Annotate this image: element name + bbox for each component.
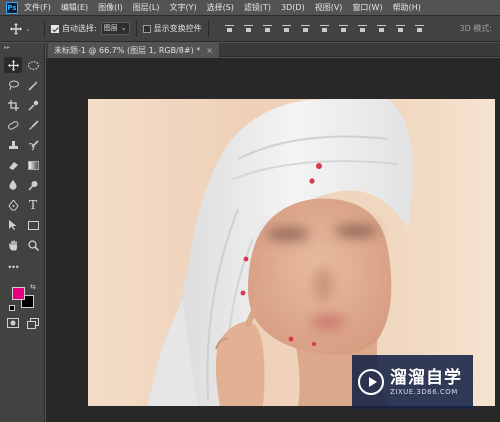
gradient-icon[interactable]	[24, 157, 42, 173]
auto-select-checkbox[interactable]	[51, 24, 59, 33]
distribute-center-icon[interactable]	[357, 24, 367, 33]
align-left-icon[interactable]	[281, 24, 291, 33]
divider	[44, 20, 45, 37]
watermark-title: 溜溜自学	[390, 368, 462, 388]
menu-file[interactable]: 文件(F)	[24, 2, 51, 13]
document-tab-bar: 未标题-1 @ 66.7% (图层 1, RGB/8#) * ×	[46, 43, 500, 57]
swap-colors-icon[interactable]: ⇆	[30, 283, 36, 291]
watermark-url: ZIXUE.3D66.COM	[390, 388, 458, 396]
menu-bar: Ps 文件(F) 编辑(E) 图像(I) 图层(L) 文字(Y) 选择(S) 滤…	[0, 0, 500, 16]
chevron-down-icon: ⌄	[120, 24, 127, 32]
divider	[135, 20, 137, 37]
menu-layer[interactable]: 图层(L)	[133, 2, 160, 13]
brush-icon[interactable]	[24, 117, 42, 133]
type-tool-icon[interactable]: T	[24, 197, 42, 213]
auto-select-label: 自动选择:	[62, 24, 97, 33]
distribute-bottom-icon[interactable]	[376, 24, 386, 33]
3d-mode-label: 3D 模式:	[459, 24, 493, 33]
workspace: 溜溜自学 ZIXUE.3D66.COM	[46, 58, 500, 422]
blur-icon[interactable]	[4, 177, 22, 193]
align-right-icon[interactable]	[319, 24, 329, 33]
magic-wand-icon[interactable]	[24, 77, 42, 93]
dodge-icon[interactable]	[24, 177, 42, 193]
foreground-color-swatch[interactable]	[12, 287, 25, 300]
path-selection-icon[interactable]	[4, 217, 22, 233]
show-transform-controls-label: 显示变换控件	[153, 24, 202, 33]
move-tool-icon[interactable]	[4, 57, 22, 73]
crop-icon[interactable]	[4, 97, 22, 113]
photoshop-logo-icon[interactable]: Ps	[6, 1, 18, 14]
move-tool-preset-picker[interactable]: ⌄	[10, 22, 38, 35]
tools-panel: ▸▸ T ••• ⇆	[0, 43, 45, 422]
screen-mode-icon[interactable]	[24, 315, 42, 331]
menu-3d[interactable]: 3D(D)	[281, 3, 305, 12]
collapse-panel-icon[interactable]: ▸▸	[0, 43, 45, 53]
eraser-icon[interactable]	[4, 157, 22, 173]
play-logo-icon	[358, 369, 384, 395]
hand-tool-icon[interactable]	[4, 237, 22, 253]
pen-icon[interactable]	[4, 197, 22, 213]
menu-window[interactable]: 窗口(W)	[352, 2, 382, 13]
menu-filter[interactable]: 滤镜(T)	[244, 2, 271, 13]
menu-image[interactable]: 图像(I)	[98, 2, 123, 13]
distribute-left-icon[interactable]	[395, 24, 405, 33]
site-watermark: 溜溜自学 ZIXUE.3D66.COM	[352, 355, 473, 409]
menu-help[interactable]: 帮助(H)	[393, 2, 421, 13]
options-bar: ⌄ 自动选择: 图层 ⌄ 显示变换控件 3D 模式:	[0, 16, 500, 42]
edit-toolbar-icon[interactable]: •••	[4, 259, 22, 275]
align-top-icon[interactable]	[224, 24, 234, 33]
chevron-down-icon: ⌄	[25, 24, 31, 33]
history-brush-icon[interactable]	[24, 137, 42, 153]
document-tab[interactable]: 未标题-1 @ 66.7% (图层 1, RGB/8#) * ×	[48, 43, 219, 57]
elliptical-marquee-icon[interactable]	[24, 57, 42, 73]
document-tab-label: 未标题-1 @ 66.7% (图层 1, RGB/8#) *	[54, 45, 201, 55]
lasso-icon[interactable]	[4, 77, 22, 93]
clone-stamp-icon[interactable]	[4, 137, 22, 153]
align-horizontal-center-icon[interactable]	[300, 24, 310, 33]
eyedropper-icon[interactable]	[24, 97, 42, 113]
menu-select[interactable]: 选择(S)	[207, 2, 234, 13]
move-icon	[10, 22, 22, 35]
distribute-top-icon[interactable]	[338, 24, 348, 33]
zoom-tool-icon[interactable]	[24, 237, 42, 253]
divider	[207, 20, 209, 37]
menu-type[interactable]: 文字(Y)	[169, 2, 196, 13]
align-vertical-center-icon[interactable]	[243, 24, 253, 33]
menu-view[interactable]: 视图(V)	[315, 2, 343, 13]
quick-mask-icon[interactable]	[4, 315, 22, 331]
align-buttons	[224, 24, 424, 33]
auto-select-target-value: 图层	[103, 24, 118, 32]
align-bottom-icon[interactable]	[262, 24, 272, 33]
close-icon[interactable]: ×	[206, 46, 213, 55]
auto-select-target-dropdown[interactable]: 图层 ⌄	[100, 22, 130, 35]
menu-edit[interactable]: 编辑(E)	[61, 2, 88, 13]
spot-healing-brush-icon[interactable]	[4, 117, 22, 133]
rectangle-tool-icon[interactable]	[24, 217, 42, 233]
show-transform-controls-checkbox[interactable]	[142, 24, 151, 33]
default-colors-icon[interactable]	[9, 305, 15, 311]
distribute-right-icon[interactable]	[414, 24, 424, 33]
